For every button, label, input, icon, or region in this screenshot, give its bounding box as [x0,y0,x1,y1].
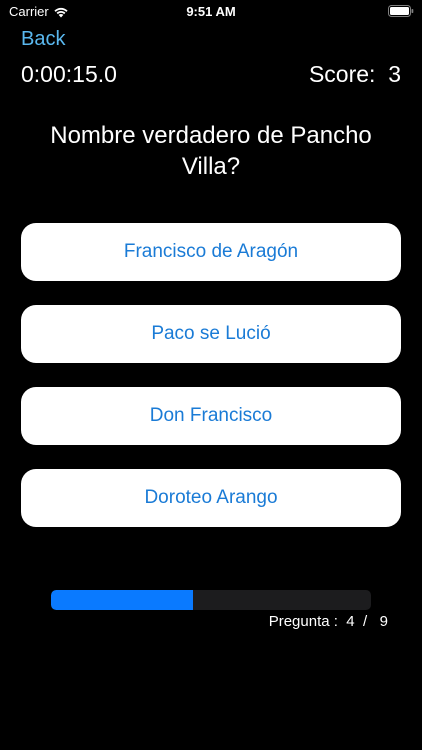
question-counter: Pregunta : 4 / 9 [269,613,388,630]
answer-list: Francisco de Aragón Paco se Lució Don Fr… [21,223,401,551]
status-bar: Carrier 9:51 AM [0,0,422,24]
score-label: Score: [308,61,376,87]
answer-button-2[interactable]: Paco se Lució [21,305,401,363]
counter-current: 4 [346,613,355,630]
counter-separator: / [362,613,368,630]
progress-fill [51,590,194,610]
back-button[interactable]: Back [21,28,65,51]
battery-icon [388,5,414,17]
status-time: 9:51 AM [186,4,236,19]
progress-bar [51,590,371,610]
counter-total: 9 [379,613,388,630]
answer-button-4[interactable]: Doroteo Arango [21,469,401,527]
score-display: Score: 3 [309,61,401,88]
answer-button-1[interactable]: Francisco de Aragón [21,223,401,281]
score-value: 3 [388,61,401,87]
counter-label: Pregunta : [268,613,338,630]
answer-button-3[interactable]: Don Francisco [21,387,401,445]
question-text: Nombre verdadero de Pancho Villa? [50,122,372,180]
elapsed-timer: 0:00:15.0 [21,61,117,87]
